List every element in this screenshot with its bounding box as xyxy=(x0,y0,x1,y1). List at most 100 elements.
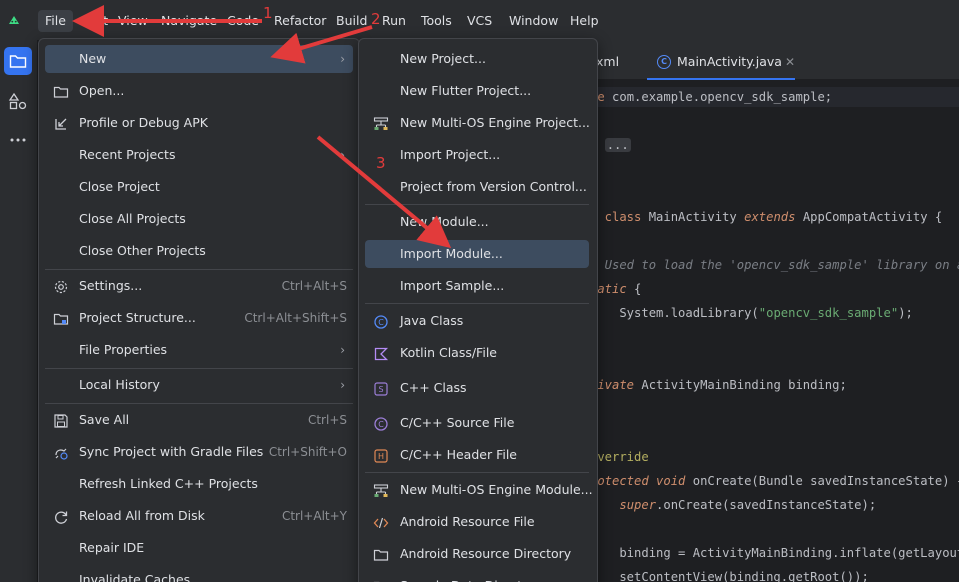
folder-icon xyxy=(373,549,389,561)
tool-window-strip xyxy=(0,40,38,582)
code-line: ge com.example.opencv_sdk_sample; xyxy=(590,87,959,107)
menu-item-new-project[interactable]: New Project... xyxy=(365,45,589,73)
svg-text:C: C xyxy=(378,420,384,429)
save-icon xyxy=(54,414,68,428)
java-class-icon: C xyxy=(374,315,388,329)
close-tab-icon[interactable]: ✕ xyxy=(785,40,795,84)
cpp-source-icon: C xyxy=(374,417,388,431)
folded-imports[interactable]: ... xyxy=(604,138,631,152)
chevron-right-icon: › xyxy=(340,52,345,66)
gradle-sync-icon xyxy=(55,448,68,460)
menu-item-reload-from-disk[interactable]: Reload All from Disk Ctrl+Alt+Y xyxy=(45,502,353,530)
tab-label: MainActivity.java xyxy=(677,54,782,69)
menu-separator xyxy=(45,368,353,369)
menu-file[interactable]: File xyxy=(38,10,73,32)
code-line: super.onCreate(savedInstanceState); xyxy=(619,498,877,512)
svg-text:H: H xyxy=(378,452,384,461)
java-class-icon: C xyxy=(657,55,671,69)
menu-item-close-project[interactable]: Close Project xyxy=(45,173,353,201)
tab-main-activity-java[interactable]: C MainActivity.java ✕ xyxy=(647,40,795,80)
menu-item-close-all-projects[interactable]: Close All Projects xyxy=(45,205,353,233)
menu-navigate[interactable]: Navigate xyxy=(154,10,224,32)
menu-view[interactable]: View xyxy=(111,10,155,32)
menu-item-project-structure[interactable]: Project Structure... Ctrl+Alt+Shift+S xyxy=(45,304,353,332)
menu-item-profile-debug-apk[interactable]: Profile or Debug APK xyxy=(45,109,353,137)
kotlin-icon xyxy=(374,347,389,361)
resource-manager-button[interactable] xyxy=(4,87,32,115)
menu-build[interactable]: Build xyxy=(329,10,374,32)
import-arrow-icon xyxy=(55,118,67,130)
menu-window[interactable]: Window xyxy=(502,10,565,32)
menu-item-kotlin-class[interactable]: Kotlin Class/File xyxy=(365,339,589,367)
step-number-1: 1 xyxy=(263,4,273,22)
menu-tools[interactable]: Tools xyxy=(414,10,459,32)
code-editor[interactable]: ge com.example.opencv_sdk_sample; t ... … xyxy=(590,81,959,582)
android-studio-logo-icon xyxy=(9,16,19,24)
menu-item-android-resource-directory[interactable]: Android Resource Directory xyxy=(365,540,589,568)
menu-item-repair-ide[interactable]: Repair IDE xyxy=(45,534,353,562)
code-line: rotected void onCreate(Bundle savedInsta… xyxy=(590,474,959,488)
gear-icon xyxy=(54,280,68,294)
menu-item-local-history[interactable]: Local History › xyxy=(45,371,353,399)
tab-activity-main-xml[interactable]: xml xyxy=(596,40,619,80)
menu-item-new-module[interactable]: New Module... xyxy=(365,208,589,236)
project-tool-button[interactable] xyxy=(4,47,32,75)
menu-item-new-moe-project[interactable]: New Multi-OS Engine Project... xyxy=(365,109,590,137)
menu-item-new-flutter-project[interactable]: New Flutter Project... xyxy=(365,77,589,105)
menu-item-settings[interactable]: Settings... Ctrl+Alt+S xyxy=(45,272,353,300)
menu-item-import-project[interactable]: Import Project... xyxy=(365,141,589,169)
menu-item-open[interactable]: Open... xyxy=(45,77,353,105)
menu-item-sample-data-directory[interactable]: Sample Data Directory xyxy=(365,572,589,582)
code-line: / Used to load the 'opencv_sdk_sample' l… xyxy=(590,258,959,272)
menu-item-import-sample[interactable]: Import Sample... xyxy=(365,272,589,300)
menu-item-refresh-cpp[interactable]: Refresh Linked C++ Projects xyxy=(45,470,353,498)
reload-icon xyxy=(55,511,68,524)
menu-item-import-module[interactable]: Import Module... xyxy=(365,240,589,268)
menu-run[interactable]: Run xyxy=(375,10,413,32)
tab-label: xml xyxy=(596,54,620,69)
code-line: rivate ActivityMainBinding binding; xyxy=(590,378,847,392)
chevron-right-icon: › xyxy=(340,148,345,162)
menu-item-save-all[interactable]: Save All Ctrl+S xyxy=(45,406,353,434)
project-structure-icon xyxy=(53,313,69,325)
file-menu-popup: New › Open... Profile or Debug APK Recent… xyxy=(38,38,360,582)
chevron-right-icon: › xyxy=(340,378,345,392)
menu-item-cpp-header-file[interactable]: H C/C++ Header File xyxy=(365,441,589,469)
menu-edit[interactable]: Edit xyxy=(77,10,115,32)
menu-code[interactable]: Code xyxy=(220,10,266,32)
menu-item-project-from-vcs[interactable]: Project from Version Control... xyxy=(365,173,589,201)
folder-icon xyxy=(9,55,27,68)
menu-vcs[interactable]: VCS xyxy=(460,10,499,32)
menu-item-java-class[interactable]: C Java Class xyxy=(365,307,589,335)
menu-item-new-moe-module[interactable]: New Multi-OS Engine Module... xyxy=(365,476,593,504)
menu-refactor[interactable]: Refactor xyxy=(267,10,333,32)
new-submenu-popup: New Project... New Flutter Project... Ne… xyxy=(358,38,598,582)
code-line: binding = ActivityMainBinding.inflate(ge… xyxy=(590,546,959,560)
menu-item-android-resource-file[interactable]: Android Resource File xyxy=(365,508,589,536)
code-line: System.loadLibrary("opencv_sdk_sample"); xyxy=(590,306,913,320)
xml-code-icon xyxy=(373,517,389,529)
cpp-header-icon: H xyxy=(374,449,388,463)
cpp-class-icon: S xyxy=(374,382,388,396)
menu-item-close-other-projects[interactable]: Close Other Projects xyxy=(45,237,353,265)
more-tools-button[interactable] xyxy=(4,126,32,154)
menu-item-new[interactable]: New › xyxy=(45,45,353,73)
chevron-right-icon: › xyxy=(340,343,345,357)
menu-item-sync-gradle[interactable]: Sync Project with Gradle Files Ctrl+Shift… xyxy=(45,438,353,466)
menu-item-invalidate-caches[interactable]: Invalidate Caches... xyxy=(45,566,353,582)
editor-tab-bar: xml C MainActivity.java ✕ xyxy=(590,40,959,80)
main-menu-bar: File Edit View Navigate Code Refactor Bu… xyxy=(0,0,959,40)
multi-os-engine-icon xyxy=(373,484,389,497)
folder-icon xyxy=(53,86,69,98)
shapes-icon xyxy=(8,92,27,110)
menu-help[interactable]: Help xyxy=(563,10,606,32)
menu-item-cpp-class[interactable]: S C++ Class xyxy=(365,374,589,402)
menu-separator xyxy=(45,403,353,404)
menu-item-recent-projects[interactable]: Recent Projects › xyxy=(45,141,353,169)
multi-os-engine-icon xyxy=(373,117,389,130)
code-line: c class MainActivity extends AppCompatAc… xyxy=(590,210,943,224)
svg-text:S: S xyxy=(378,385,383,394)
menu-item-file-properties[interactable]: File Properties › xyxy=(45,336,353,364)
menu-item-cpp-source-file[interactable]: C C/C++ Source File xyxy=(365,409,589,437)
code-line: Override xyxy=(590,450,649,464)
